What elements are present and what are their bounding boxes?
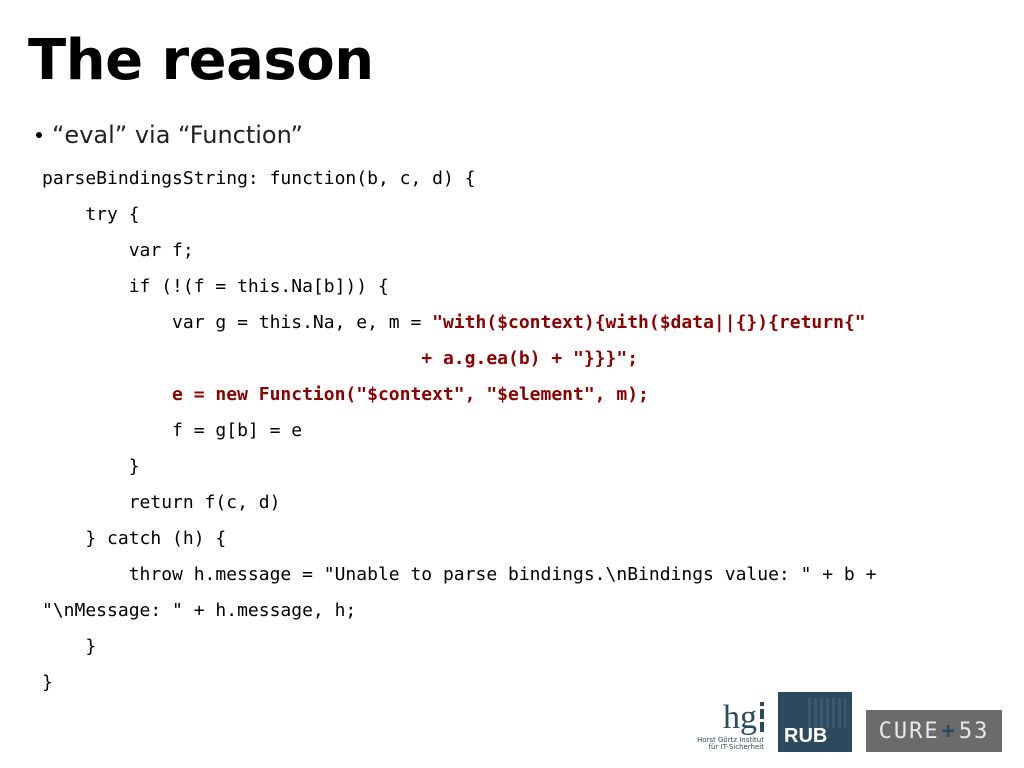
bullet-dot-icon [36,132,42,138]
code-highlight: + a.g.ea(b) + "}}}"; [42,348,638,369]
hgi-logo-mark: h g [723,701,764,735]
plus-icon: + [942,719,957,744]
rub-logo-text: RUB [784,725,827,748]
code-line: throw h.message = "Unable to parse bindi… [42,564,887,585]
hgi-logo: h g Horst Görtz Institut für IT-Sicherhe… [697,701,764,752]
code-line: try { [42,204,140,225]
code-line: var f; [42,240,194,261]
hgi-h-glyph: h [723,701,740,735]
code-line: "\nMessage: " + h.message, h; [42,600,356,621]
cure53-text-left: CURE [879,719,940,744]
slide: The reason “eval” via “Function” parseBi… [0,0,1024,768]
hgi-bars-icon [760,702,764,735]
code-line: } [42,636,96,657]
cure53-logo: CURE+53 [866,710,1002,752]
code-line: f = g[b] = e [42,420,302,441]
bullet-text: “eval” via “Function” [52,121,303,149]
code-line: return f(c, d) [42,492,280,513]
code-block: parseBindingsString: function(b, c, d) {… [42,161,996,701]
cure53-text-right: 53 [959,719,990,744]
code-line: } [42,672,53,693]
footer-logos: h g Horst Görtz Institut für IT-Sicherhe… [697,692,1002,752]
hgi-g-glyph: g [740,701,757,735]
code-line: } catch (h) { [42,528,226,549]
code-line: if (!(f = this.Na[b])) { [42,276,389,297]
slide-title: The reason [28,28,996,93]
hgi-subtitle: Horst Görtz Institut für IT-Sicherheit [697,737,764,752]
code-highlight: e = new Function("$context", "$element",… [42,384,649,405]
code-highlight: "with($context){with($data||{}){return{" [432,312,865,333]
hgi-sub-line: für IT-Sicherheit [697,744,764,752]
bullet-item: “eval” via “Function” [36,121,996,149]
code-line: var g = this.Na, e, m = [42,312,432,333]
rub-logo: RUB [778,692,852,752]
code-line: parseBindingsString: function(b, c, d) { [42,168,475,189]
code-line: } [42,456,140,477]
